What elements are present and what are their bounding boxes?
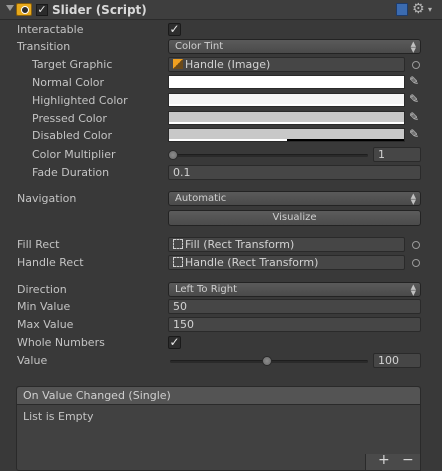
event-empty-text: List is Empty	[23, 410, 94, 423]
rect-transform-icon	[173, 257, 183, 267]
component-title: Slider (Script)	[52, 3, 147, 17]
whole-numbers-checkbox[interactable]: ✓	[168, 336, 181, 349]
fade-duration-input[interactable]: 0.1	[168, 165, 421, 180]
alpha-bar	[169, 104, 404, 106]
object-picker-icon[interactable]	[412, 259, 420, 267]
gear-icon[interactable]: ⚙	[412, 1, 425, 17]
alpha-fill	[169, 104, 404, 106]
alpha-bar	[169, 86, 404, 88]
event-footer: + −	[365, 452, 421, 471]
alpha-bar	[169, 122, 404, 124]
chevron-down-icon[interactable]: ▾	[428, 5, 432, 14]
eyedropper-icon[interactable]: ✎	[409, 74, 419, 88]
add-listener-button[interactable]: +	[378, 452, 390, 468]
normal-color-label: Normal Color	[32, 76, 105, 89]
transition-label: Transition	[17, 40, 71, 53]
object-picker-icon[interactable]	[412, 241, 420, 249]
rect-transform-icon	[173, 239, 183, 249]
interactable-checkbox[interactable]: ✓	[168, 23, 181, 36]
help-book-icon[interactable]	[396, 3, 408, 16]
script-eye-icon	[16, 3, 32, 16]
dropdown-arrows-icon: ▲ ▼	[410, 40, 416, 54]
direction-value: Left To Right	[175, 284, 238, 295]
max-value-label: Max Value	[17, 318, 74, 331]
color-multiplier-slider-thumb[interactable]	[168, 150, 178, 160]
handle-rect-field[interactable]: Handle (Rect Transform)	[168, 255, 405, 270]
eyedropper-icon[interactable]: ✎	[409, 127, 419, 141]
handle-rect-label: Handle Rect	[17, 256, 84, 269]
fill-rect-value: Fill (Rect Transform)	[185, 238, 295, 251]
alpha-fill	[169, 86, 404, 88]
transition-value: Color Tint	[175, 41, 224, 52]
dropdown-arrows-icon: ▲ ▼	[410, 192, 416, 206]
color-multiplier-slider-track[interactable]	[170, 154, 368, 157]
pressed-color-swatch[interactable]	[168, 111, 405, 125]
highlighted-color-label: Highlighted Color	[32, 94, 128, 107]
handle-rect-value: Handle (Rect Transform)	[185, 256, 319, 269]
component-header: ✓ Slider (Script) ⚙ ▾	[0, 0, 442, 20]
whole-numbers-label: Whole Numbers	[17, 336, 105, 349]
image-icon	[173, 59, 183, 69]
value-input[interactable]: 100	[373, 353, 421, 368]
target-graphic-value: Handle (Image)	[185, 58, 271, 71]
direction-dropdown[interactable]: Left To Right ▲ ▼	[168, 282, 421, 297]
normal-color-swatch[interactable]	[168, 75, 405, 89]
value-slider-thumb[interactable]	[262, 356, 272, 366]
navigation-value: Automatic	[175, 193, 227, 204]
on-value-changed-event: On Value Changed (Single) List is Empty	[16, 386, 421, 471]
event-title: On Value Changed (Single)	[17, 387, 420, 405]
color-multiplier-input[interactable]: 1	[373, 147, 421, 162]
eyedropper-icon[interactable]: ✎	[409, 92, 419, 106]
alpha-bar	[169, 139, 404, 141]
value-label: Value	[17, 354, 48, 367]
eyedropper-icon[interactable]: ✎	[409, 110, 419, 124]
pressed-color-label: Pressed Color	[32, 112, 107, 125]
navigation-label: Navigation	[17, 192, 77, 205]
color-multiplier-label: Color Multiplier	[32, 148, 116, 161]
transition-dropdown[interactable]: Color Tint ▲ ▼	[168, 39, 421, 54]
highlighted-color-swatch[interactable]	[168, 93, 405, 107]
target-graphic-field[interactable]: Handle (Image)	[168, 57, 405, 72]
disabled-color-label: Disabled Color	[32, 129, 113, 142]
visualize-button[interactable]: Visualize	[168, 210, 421, 226]
alpha-fill	[169, 139, 287, 141]
fill-rect-label: Fill Rect	[17, 238, 60, 251]
dropdown-arrows-icon: ▲ ▼	[410, 283, 416, 297]
min-value-label: Min Value	[17, 300, 71, 313]
interactable-label: Interactable	[17, 23, 84, 36]
object-picker-icon[interactable]	[412, 61, 420, 69]
disabled-color-swatch[interactable]	[168, 128, 405, 142]
direction-label: Direction	[17, 283, 67, 296]
alpha-fill	[169, 122, 404, 124]
target-graphic-label: Target Graphic	[32, 58, 113, 71]
foldout-arrow-icon[interactable]	[6, 5, 14, 11]
fill-rect-field[interactable]: Fill (Rect Transform)	[168, 237, 405, 252]
component-enabled-checkbox[interactable]: ✓	[36, 4, 48, 16]
remove-listener-button[interactable]: −	[402, 452, 414, 468]
min-value-input[interactable]: 50	[168, 299, 421, 314]
fade-duration-label: Fade Duration	[32, 166, 110, 179]
max-value-input[interactable]: 150	[168, 317, 421, 332]
navigation-dropdown[interactable]: Automatic ▲ ▼	[168, 191, 421, 206]
